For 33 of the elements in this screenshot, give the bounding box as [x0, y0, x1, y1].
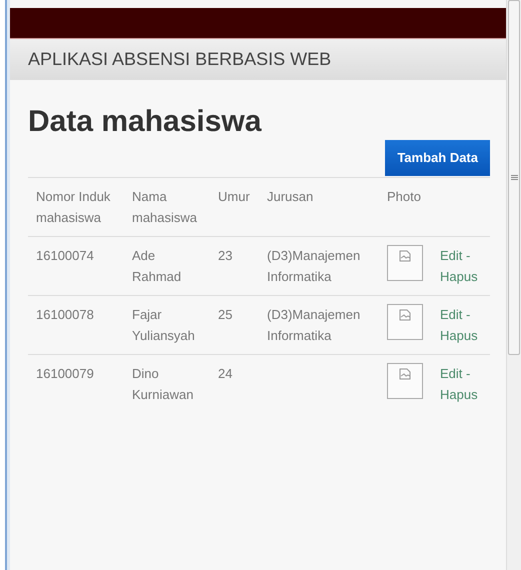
page-heading: Data mahasiswa [28, 104, 263, 140]
age: 23 [218, 248, 232, 262]
student-name: Ade Rahmad [132, 248, 182, 284]
column-header: Jurusan [267, 188, 314, 204]
column-header: Nama mahasiswa [132, 188, 198, 224]
app-title: APLIKASI ABSENSI BERBASIS WEB [28, 48, 332, 71]
student-name: Fajar Yuliansyah [132, 306, 195, 342]
student-id: 16100078 [36, 306, 94, 322]
edit-link[interactable]: Edit [440, 366, 462, 380]
column-header: Nomor Induk mahasiswa [36, 188, 110, 224]
edit-link[interactable]: Edit [440, 306, 462, 322]
add-data-button[interactable]: Tambah Data [385, 140, 490, 176]
major: (D3)Manajemen Informatika [267, 306, 360, 342]
age: 24 [218, 366, 232, 380]
column-header: Photo [387, 188, 421, 204]
grip-icon [510, 174, 518, 180]
student-name: Dino Kurniawan [132, 366, 194, 402]
student-id: 16100079 [36, 366, 94, 380]
delete-link[interactable]: Hapus [440, 268, 478, 284]
edit-link[interactable]: Edit [440, 248, 462, 262]
age: 25 [218, 306, 232, 322]
separator: - [466, 248, 470, 262]
separator: - [466, 306, 470, 322]
broken-image-icon [387, 244, 423, 280]
student-id: 16100074 [36, 248, 94, 262]
broken-image-icon [387, 362, 423, 398]
major: (D3)Manajemen Informatika [267, 248, 360, 284]
scrollbar-thumb[interactable] [508, 0, 520, 355]
delete-link[interactable]: Hapus [440, 386, 478, 402]
broken-image-icon [387, 304, 423, 340]
delete-link[interactable]: Hapus [440, 328, 478, 342]
separator: - [466, 366, 470, 380]
column-header: Umur [218, 188, 250, 204]
